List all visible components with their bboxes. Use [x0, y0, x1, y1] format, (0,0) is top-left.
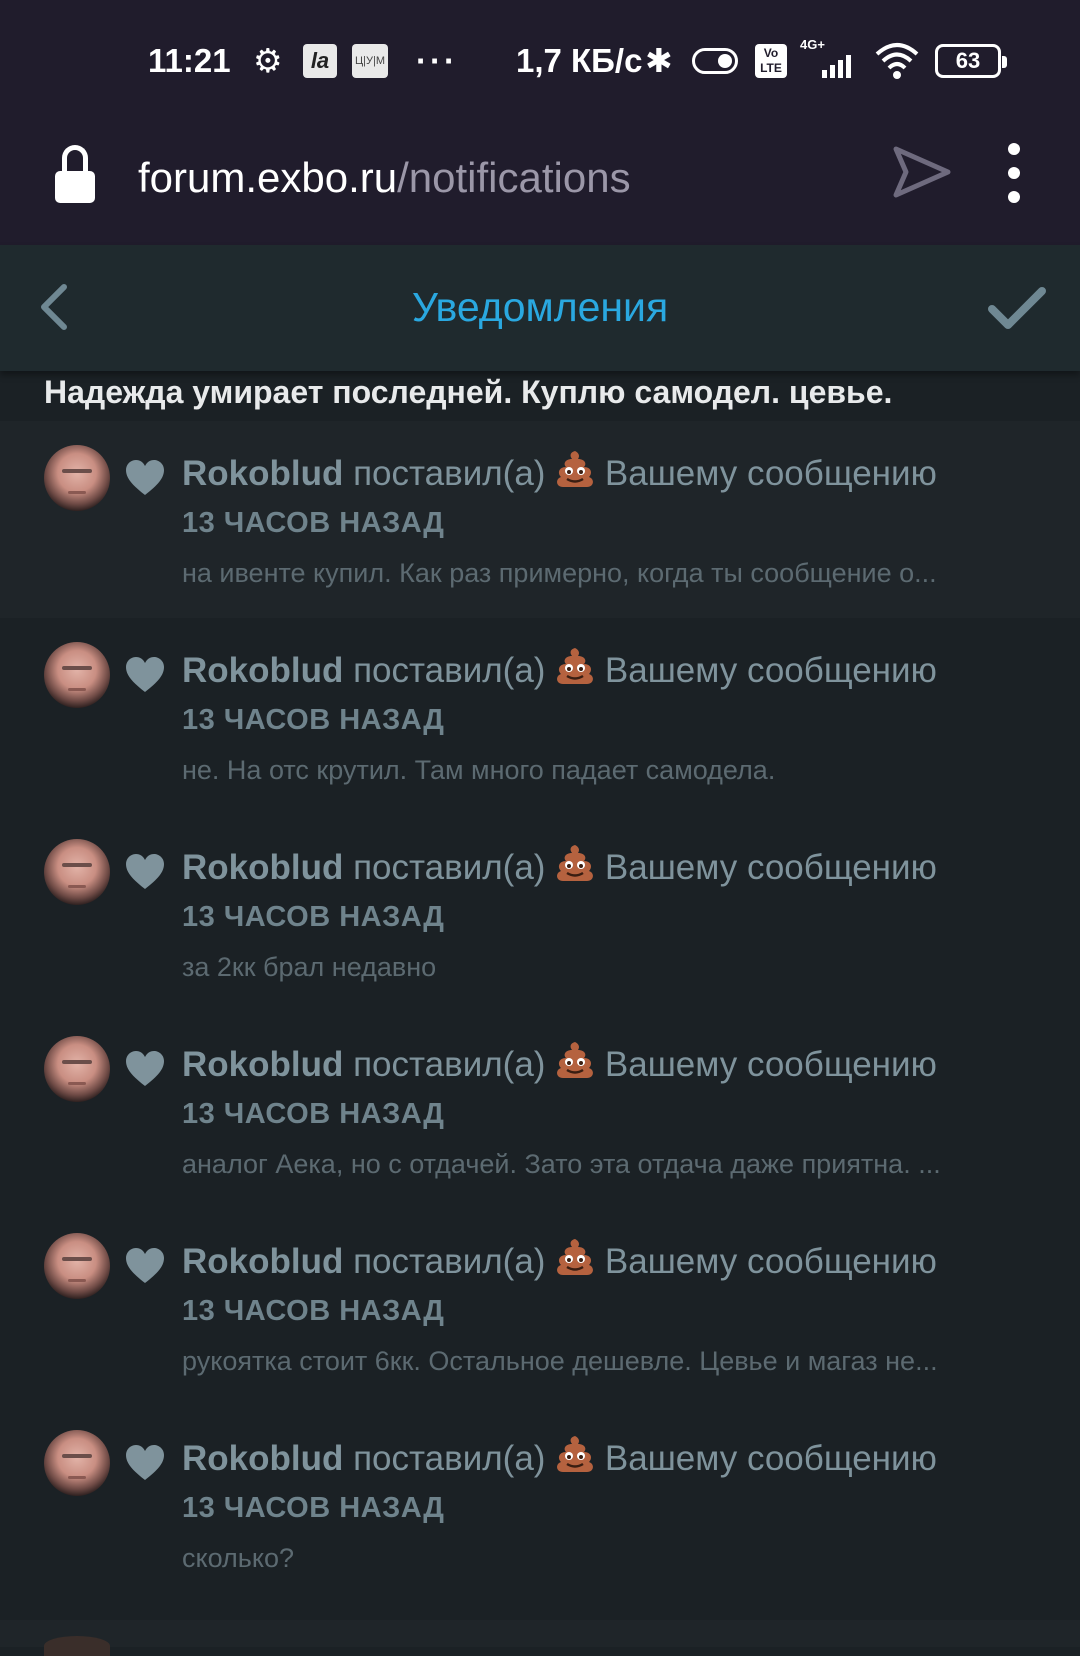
notification-action: поставил(а): [343, 1439, 556, 1478]
notification-target: Вашему сообщению: [595, 1242, 937, 1281]
notification-user[interactable]: Rokoblud: [182, 1439, 343, 1478]
wifi-icon: [875, 40, 919, 82]
poop-emoji-icon: [557, 1436, 594, 1472]
notification-excerpt: на ивенте купил. Как раз примерно, когда…: [182, 558, 937, 588]
notification-time: 13 ЧАСОВ НАЗАД: [182, 507, 445, 539]
notification-target: Вашему сообщению: [595, 1045, 937, 1084]
notification-user[interactable]: Rokoblud: [182, 454, 343, 493]
avatar[interactable]: [44, 1430, 110, 1496]
poop-emoji-icon: [557, 1042, 594, 1078]
avatar[interactable]: [44, 1233, 110, 1299]
list-separator: [0, 1620, 1080, 1647]
notification-target: Вашему сообщению: [595, 454, 937, 493]
notification-item[interactable]: Rokoblud поставил(а) Вашему сообщению 13…: [0, 1406, 1080, 1603]
notification-action: поставил(а): [343, 848, 556, 887]
avatar[interactable]: [44, 445, 110, 511]
notification-user[interactable]: Rokoblud: [182, 651, 343, 690]
status-bar: 11:21 ⚙ la Ц|У|М ··· 1,7 КБ/с ✱ Vo LTE 4…: [0, 0, 1080, 115]
poop-emoji-icon: [557, 1239, 594, 1275]
heart-icon: [126, 1248, 164, 1283]
network-type: 4G+: [800, 37, 825, 52]
poop-emoji-icon: [557, 451, 594, 487]
notification-excerpt: сколько?: [182, 1543, 295, 1573]
notification-time: 13 ЧАСОВ НАЗАД: [182, 1098, 445, 1130]
avatar: [44, 1636, 110, 1656]
notification-text: Rokoblud поставил(а) Вашему сообщению: [182, 1237, 937, 1287]
status-time: 11:21: [148, 42, 231, 79]
avatar[interactable]: [44, 839, 110, 905]
poop-emoji-icon: [557, 845, 594, 881]
notification-item[interactable]: Rokoblud поставил(а) Вашему сообщению 13…: [0, 815, 1080, 1012]
notification-user[interactable]: Rokoblud: [182, 848, 343, 887]
notification-time: 13 ЧАСОВ НАЗАД: [182, 901, 445, 933]
notification-user[interactable]: Rokoblud: [182, 1045, 343, 1084]
avatar[interactable]: [44, 642, 110, 708]
notifications-header: Уведомления: [0, 245, 1080, 371]
more-vert-icon[interactable]: [1000, 143, 1028, 205]
page-title: Уведомления: [411, 284, 669, 330]
notification-excerpt: рукоятка стоит 6кк. Остальное дешевле. Ц…: [182, 1346, 938, 1376]
toggle-icon: [692, 48, 738, 74]
app-notification-icon: la: [303, 44, 337, 78]
battery-icon: 63: [935, 44, 1007, 78]
network-speed: 1,7 КБ/с: [516, 42, 643, 79]
notification-item[interactable]: Rokoblud поставил(а) Вашему сообщению 13…: [0, 618, 1080, 815]
notification-item[interactable]: Rokoblud поставил(а) Вашему сообщению 13…: [0, 1012, 1080, 1209]
check-icon[interactable]: [986, 283, 1048, 333]
volte-icon: Vo LTE: [755, 44, 787, 78]
send-icon[interactable]: [890, 141, 952, 203]
notification-time: 13 ЧАСОВ НАЗАД: [182, 1492, 445, 1524]
bluetooth-icon: ✱: [645, 42, 673, 79]
notification-excerpt: не. На отс крутил. Там много падает само…: [182, 755, 776, 785]
notification-excerpt: аналог Аека, но с отдачей. Зато эта отда…: [182, 1149, 941, 1179]
heart-icon: [126, 1051, 164, 1086]
notification-action: поставил(а): [343, 651, 556, 690]
discussion-title[interactable]: Надежда умирает последней. Куплю самодел…: [44, 371, 1044, 421]
notification-user[interactable]: Rokoblud: [182, 1242, 343, 1281]
heart-icon: [126, 657, 164, 692]
notification-text: Rokoblud поставил(а) Вашему сообщению: [182, 1040, 937, 1090]
notification-text: Rokoblud поставил(а) Вашему сообщению: [182, 646, 937, 696]
url-path: /notifications: [397, 154, 631, 201]
notification-item[interactable]: Rokoblud поставил(а) Вашему сообщению 13…: [0, 421, 1080, 618]
notification-target: Вашему сообщению: [595, 651, 937, 690]
notification-time: 13 ЧАСОВ НАЗАД: [182, 704, 445, 736]
url-field[interactable]: forum.exbo.ru/notifications: [138, 145, 631, 211]
notification-text: Rokoblud поставил(а) Вашему сообщению: [182, 1434, 937, 1484]
url-host: forum.exbo.ru: [138, 154, 398, 201]
notification-excerpt: за 2кк брал недавно: [182, 952, 437, 982]
heart-icon: [126, 460, 164, 495]
notification-target: Вашему сообщению: [595, 848, 937, 887]
avatar[interactable]: [44, 1036, 110, 1102]
notification-text: Rokoblud поставил(а) Вашему сообщению: [182, 449, 937, 499]
gear-icon: ⚙: [253, 42, 283, 79]
more-notifications-icon: ···: [416, 42, 458, 79]
notification-action: поставил(а): [343, 1242, 556, 1281]
lock-icon[interactable]: [55, 145, 95, 207]
app-notification-icon: Ц|У|М: [352, 44, 388, 78]
poop-emoji-icon: [557, 648, 594, 684]
notification-action: поставил(а): [343, 1045, 556, 1084]
notification-action: поставил(а): [343, 454, 556, 493]
heart-icon: [126, 1445, 164, 1480]
notification-item[interactable]: Rokoblud поставил(а) Вашему сообщению 13…: [0, 1209, 1080, 1406]
notification-target: Вашему сообщению: [595, 1439, 937, 1478]
notification-time: 13 ЧАСОВ НАЗАД: [182, 1295, 445, 1327]
browser-url-bar: forum.exbo.ru/notifications: [0, 115, 1080, 245]
heart-icon: [126, 854, 164, 889]
notification-text: Rokoblud поставил(а) Вашему сообщению: [182, 843, 937, 893]
